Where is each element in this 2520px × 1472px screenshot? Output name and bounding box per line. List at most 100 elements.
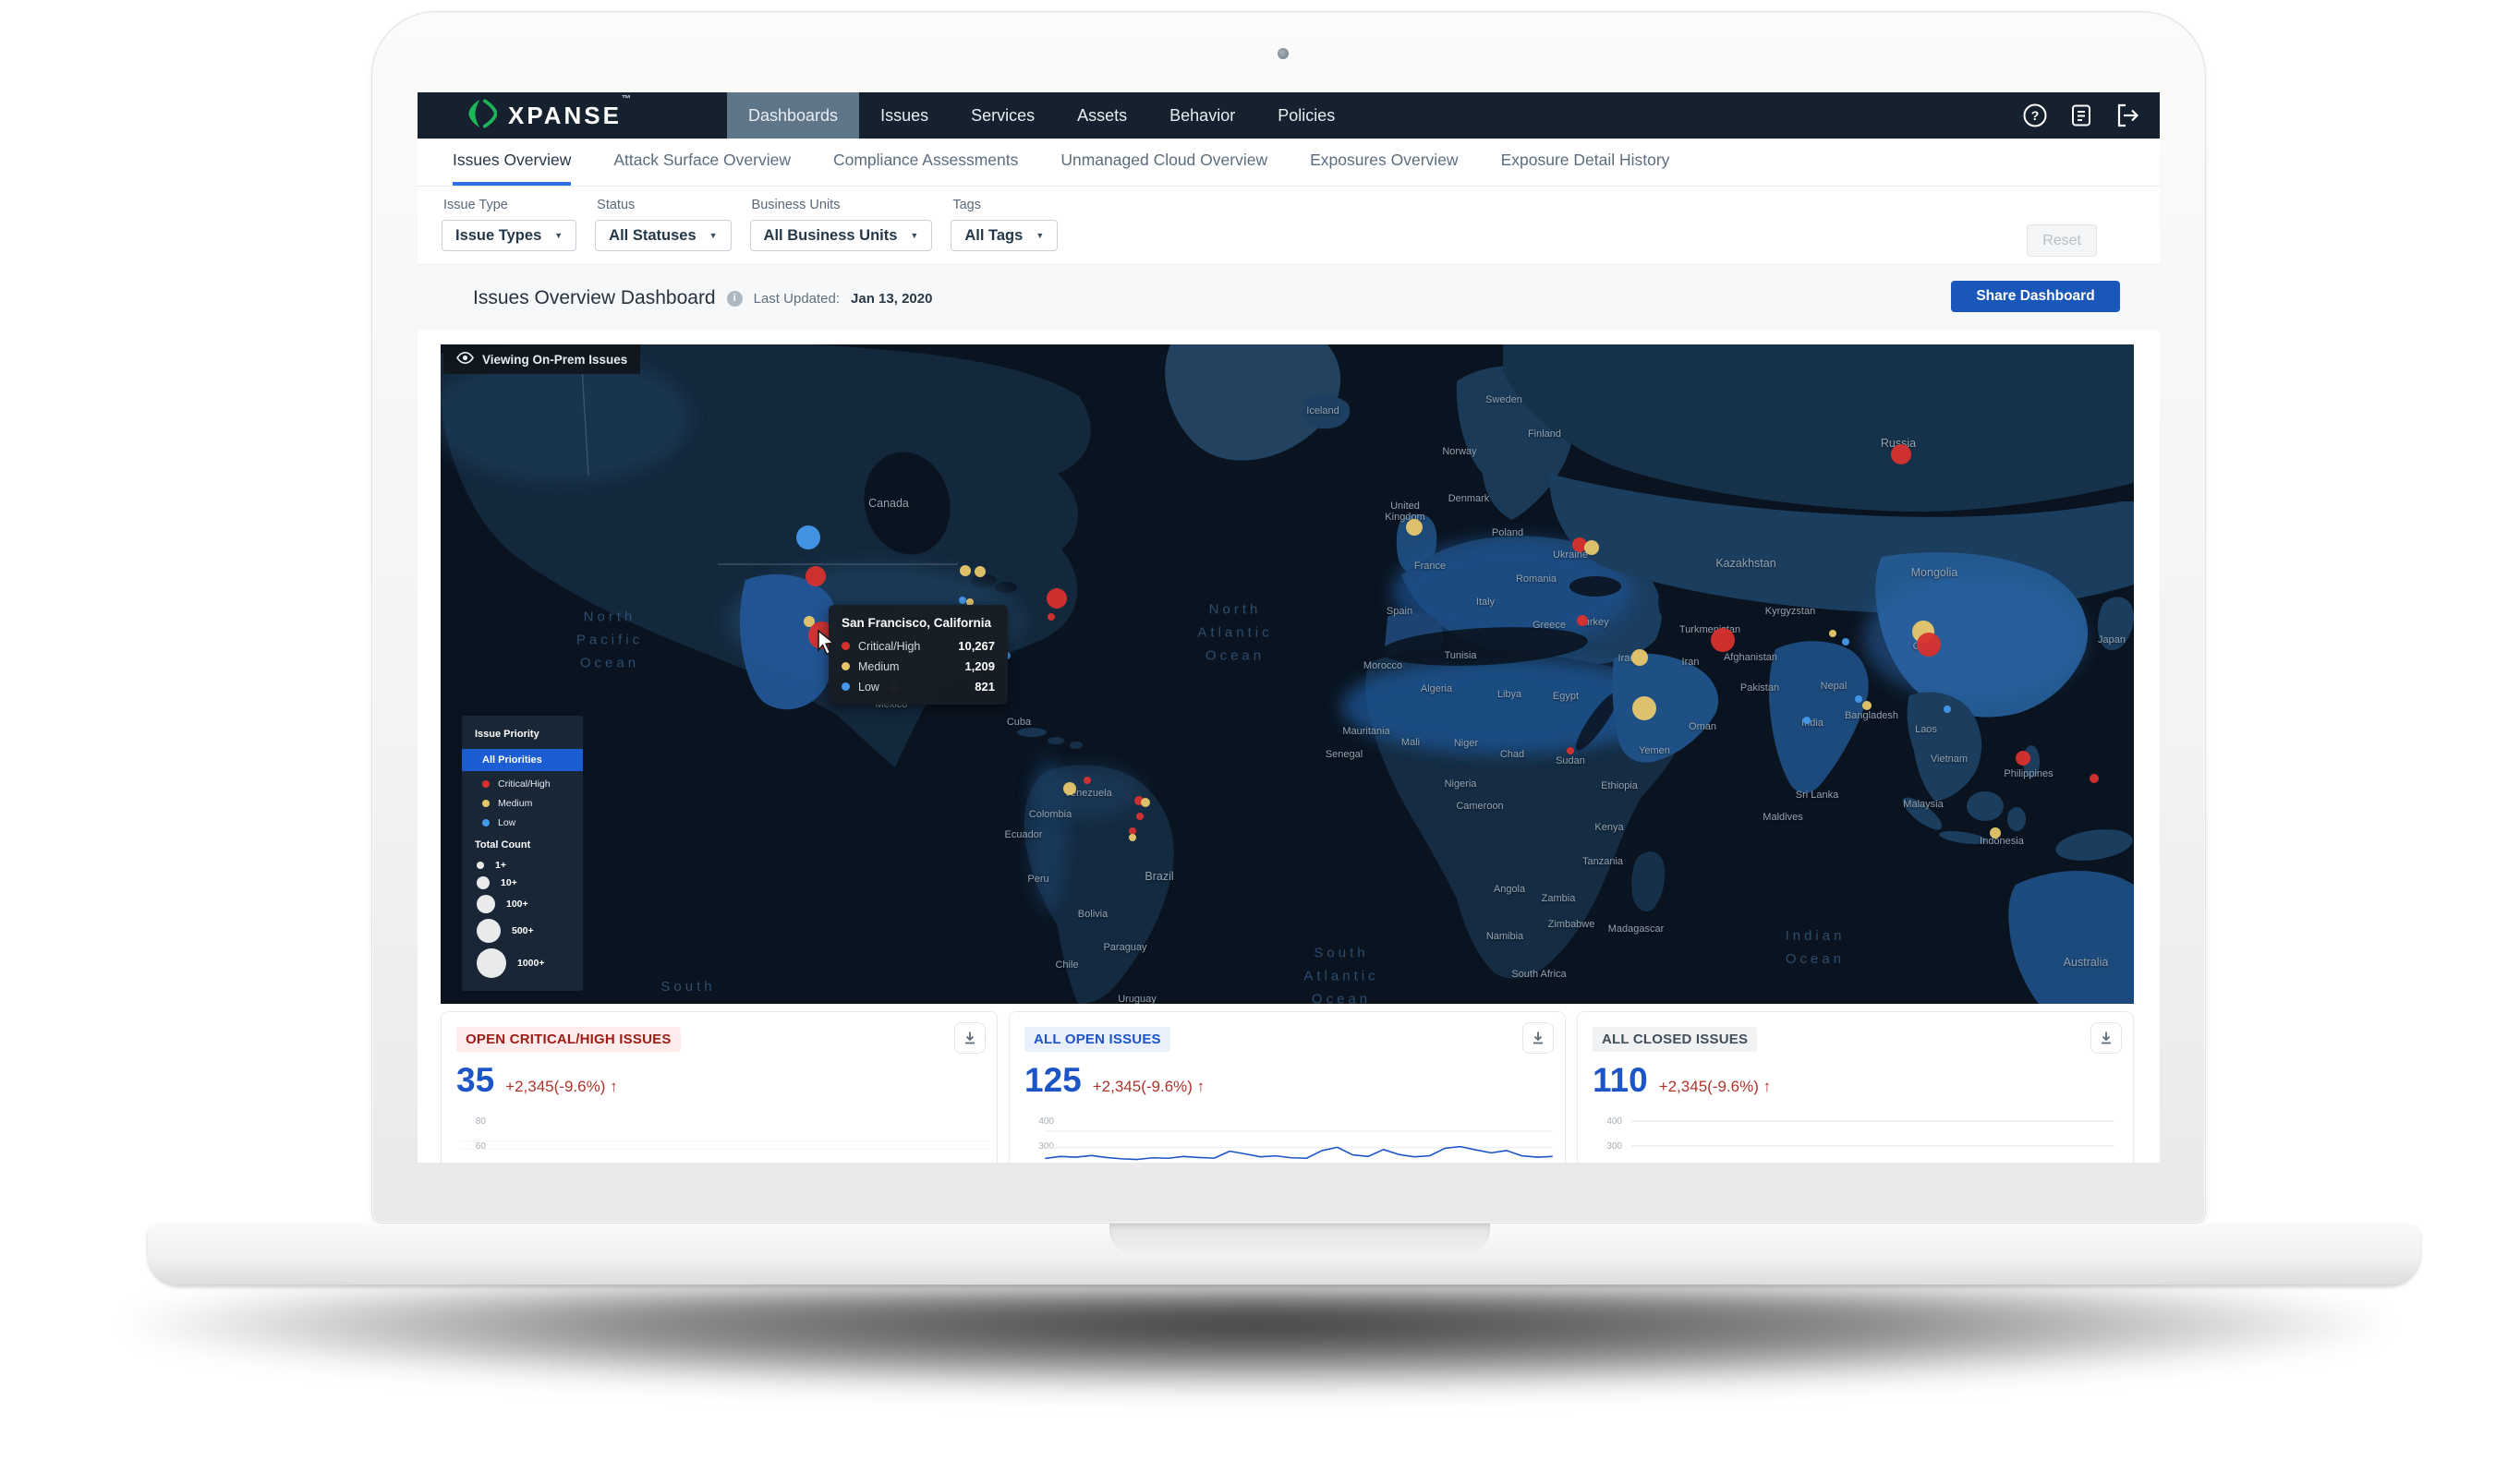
- issue-marker-blue[interactable]: [796, 525, 820, 549]
- filter-dropdown-status[interactable]: All Statuses▼: [595, 220, 731, 251]
- issue-marker-red[interactable]: [1917, 633, 1941, 657]
- nav-item-issues[interactable]: Issues: [859, 92, 950, 139]
- legend-priority-row[interactable]: Medium: [482, 798, 572, 809]
- issue-marker-red[interactable]: [1047, 588, 1067, 609]
- filter-group: TagsAll Tags▼: [951, 198, 1058, 251]
- main-nav-menu: DashboardsIssuesServicesAssetsBehaviorPo…: [727, 92, 1356, 139]
- tooltip-dot-icon: [842, 642, 850, 650]
- card-change: +2,345(-9.6%) ↑: [505, 1078, 617, 1096]
- issue-marker-yellow[interactable]: [1406, 519, 1423, 536]
- download-icon[interactable]: [2090, 1022, 2122, 1054]
- legend-size-row: 1+: [477, 860, 572, 871]
- map-tooltip: San Francisco, California Critical/High1…: [829, 605, 1008, 705]
- filter-dropdown-tags[interactable]: All Tags▼: [951, 220, 1058, 251]
- tab-exposure-detail-history[interactable]: Exposure Detail History: [1501, 139, 1670, 186]
- issue-marker-red[interactable]: [1891, 444, 1911, 465]
- issue-marker-red[interactable]: [1048, 613, 1055, 621]
- card-change: +2,345(-9.6%) ↑: [1093, 1078, 1205, 1096]
- issue-marker-yellow[interactable]: [975, 566, 986, 577]
- legend-priority-row[interactable]: Critical/High: [482, 778, 572, 790]
- issue-marker-red[interactable]: [2090, 774, 2099, 783]
- issue-marker-yellow[interactable]: [1862, 701, 1872, 710]
- issue-marker-red[interactable]: [1711, 628, 1735, 652]
- filter-dropdown-business-units[interactable]: All Business Units▼: [750, 220, 933, 251]
- card-sparkline: [442, 1114, 997, 1163]
- tooltip-row: Medium1,209: [842, 659, 995, 673]
- card-value: 110: [1593, 1061, 1648, 1100]
- issue-marker-blue[interactable]: [1855, 695, 1862, 703]
- info-icon[interactable]: i: [727, 291, 743, 307]
- title-band: Issues Overview Dashboard i Last Updated…: [418, 264, 2160, 331]
- help-icon[interactable]: ?: [2021, 102, 2049, 129]
- app-screen: XPANSE™ DashboardsIssuesServicesAssetsBe…: [418, 92, 2160, 1163]
- issue-marker-yellow[interactable]: [1829, 630, 1836, 637]
- nav-item-services[interactable]: Services: [950, 92, 1056, 139]
- issue-marker-red[interactable]: [1577, 615, 1588, 626]
- world-map[interactable]: North Pacific OceanNorth Atlantic OceanS…: [441, 344, 2134, 1004]
- legend-priority-row[interactable]: Low: [482, 817, 572, 828]
- tab-issues-overview[interactable]: Issues Overview: [453, 139, 571, 186]
- size-label: 1+: [495, 860, 506, 871]
- size-label: 500+: [512, 925, 534, 936]
- issue-marker-red[interactable]: [1136, 813, 1144, 820]
- mouse-cursor: [817, 630, 841, 656]
- priority-dot-icon: [482, 780, 490, 788]
- download-icon[interactable]: [1522, 1022, 1554, 1054]
- issue-marker-yellow[interactable]: [1584, 540, 1599, 555]
- laptop-base-notch: [1109, 1224, 1490, 1253]
- tab-compliance-assessments[interactable]: Compliance Assessments: [833, 139, 1018, 186]
- chevron-down-icon: ▼: [1036, 231, 1044, 240]
- issue-marker-yellow[interactable]: [1990, 827, 2001, 839]
- share-dashboard-button[interactable]: Share Dashboard: [1951, 281, 2120, 312]
- issue-marker-red[interactable]: [806, 566, 826, 586]
- world-map-continents: [441, 344, 2134, 1004]
- download-icon[interactable]: [954, 1022, 986, 1054]
- legend-size-row: 10+: [477, 876, 572, 889]
- legend-all-priorities[interactable]: All Priorities: [462, 749, 583, 771]
- nav-item-assets[interactable]: Assets: [1056, 92, 1148, 139]
- legend-size-row: 1000+: [477, 948, 572, 978]
- filter-dropdown-issue-type[interactable]: Issue Types▼: [442, 220, 576, 251]
- legend-priority-title: Issue Priority: [475, 729, 572, 740]
- chevron-down-icon: ▼: [709, 231, 718, 240]
- issue-marker-red[interactable]: [2016, 751, 2030, 766]
- issue-marker-yellow[interactable]: [1063, 782, 1076, 795]
- metric-card-1: ALL OPEN ISSUES125+2,345(-9.6%) ↑400300: [1009, 1011, 1566, 1163]
- issue-marker-yellow[interactable]: [1141, 798, 1150, 807]
- webcam: [1278, 48, 1289, 59]
- issue-marker-blue[interactable]: [959, 597, 966, 604]
- issue-marker-yellow[interactable]: [960, 565, 971, 576]
- filter-value: All Business Units: [764, 227, 898, 245]
- issue-marker-yellow[interactable]: [1632, 696, 1656, 720]
- map-view-badge-label: Viewing On-Prem Issues: [482, 353, 627, 367]
- filter-group: Business UnitsAll Business Units▼: [750, 198, 933, 251]
- map-view-badge: Viewing On-Prem Issues: [443, 344, 640, 374]
- legend-size-row: 100+: [477, 895, 572, 913]
- tab-exposures-overview[interactable]: Exposures Overview: [1310, 139, 1458, 186]
- nav-icons: ?: [2021, 92, 2141, 139]
- logout-icon[interactable]: [2114, 102, 2141, 129]
- issue-marker-blue[interactable]: [1842, 638, 1849, 646]
- legend-size-row: 500+: [477, 919, 572, 943]
- issue-marker-blue[interactable]: [1944, 706, 1951, 713]
- release-notes-icon[interactable]: [2067, 102, 2095, 129]
- legend-count-title: Total Count: [475, 839, 572, 851]
- size-circle-icon: [477, 948, 506, 978]
- filter-label: Status: [597, 198, 731, 212]
- brand: XPANSE™: [467, 92, 634, 139]
- issue-marker-red[interactable]: [1567, 747, 1574, 754]
- reset-button[interactable]: Reset: [2027, 224, 2097, 257]
- nav-item-behavior[interactable]: Behavior: [1148, 92, 1256, 139]
- tooltip-label: Critical/High: [858, 640, 950, 653]
- issue-marker-blue[interactable]: [1803, 717, 1811, 724]
- tab-unmanaged-cloud-overview[interactable]: Unmanaged Cloud Overview: [1060, 139, 1267, 186]
- nav-item-policies[interactable]: Policies: [1256, 92, 1356, 139]
- nav-item-dashboards[interactable]: Dashboards: [727, 92, 859, 139]
- last-updated-label: Last Updated:: [754, 291, 840, 307]
- issue-marker-yellow[interactable]: [1129, 834, 1136, 841]
- card-value-row: 35+2,345(-9.6%) ↑: [456, 1061, 997, 1100]
- issue-marker-red[interactable]: [1084, 777, 1091, 784]
- issue-marker-yellow[interactable]: [1631, 649, 1648, 666]
- card-value: 125: [1024, 1061, 1082, 1100]
- tab-attack-surface-overview[interactable]: Attack Surface Overview: [613, 139, 791, 186]
